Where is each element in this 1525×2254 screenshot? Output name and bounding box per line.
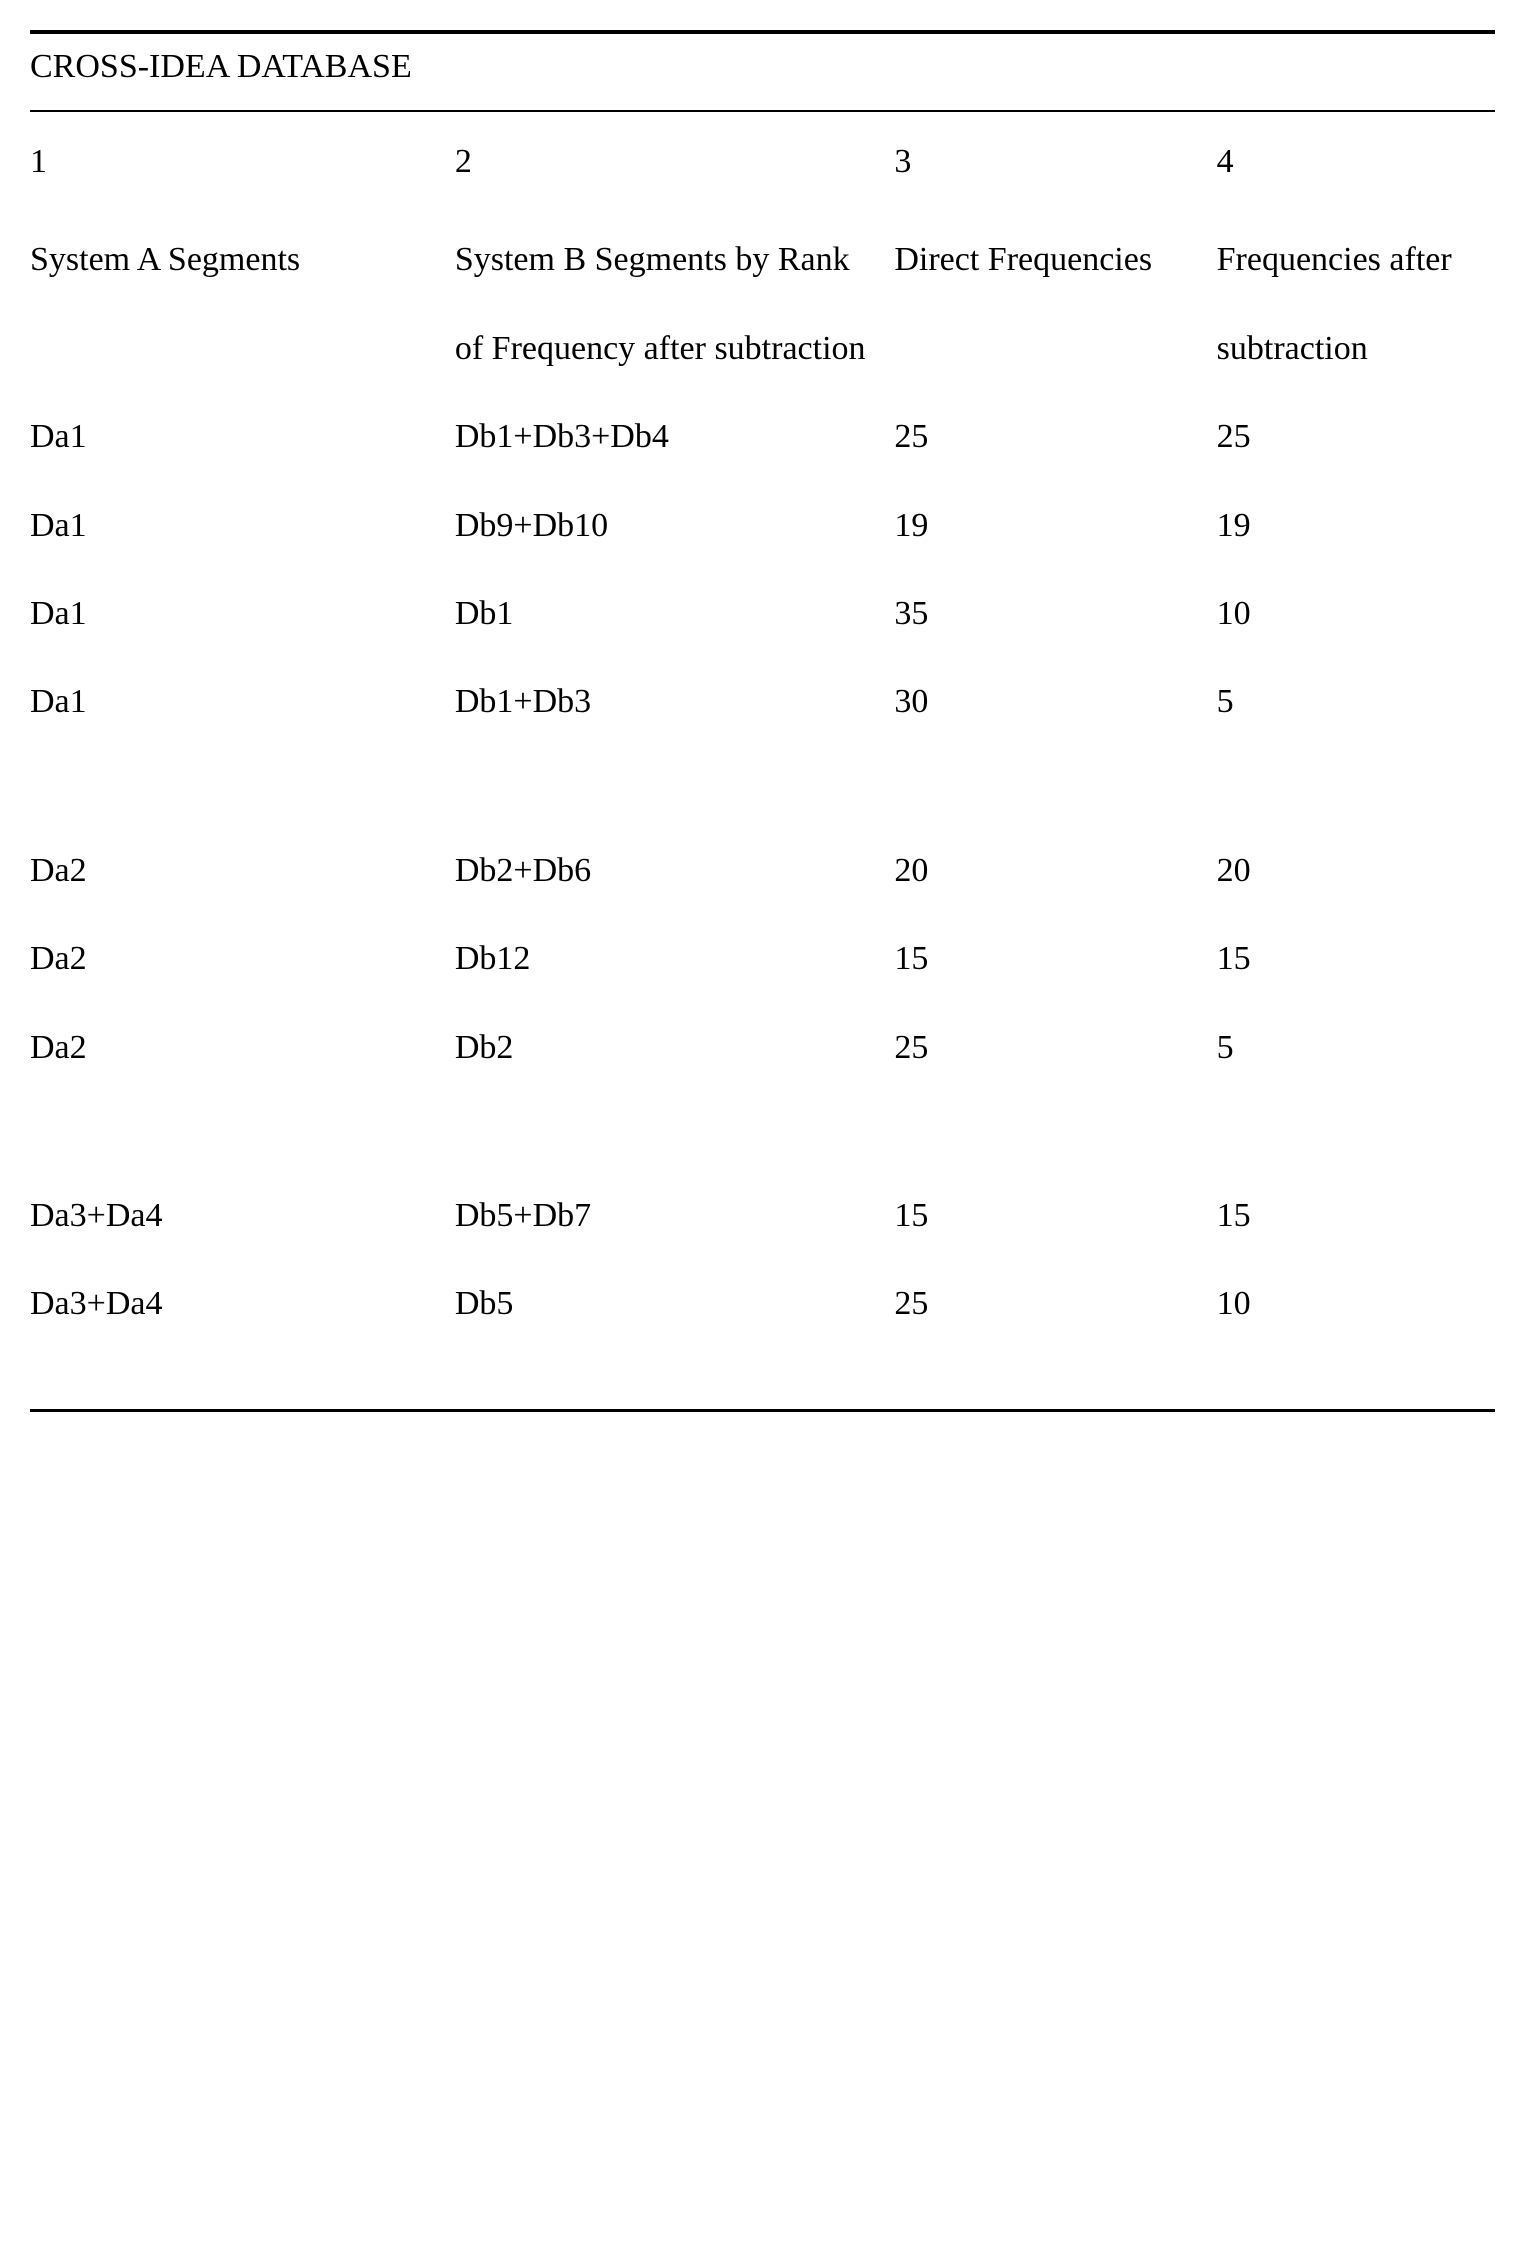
cell-systemB: Db1+Db3 xyxy=(455,658,895,746)
col-header-4: Frequencies after subtraction xyxy=(1217,206,1495,393)
table-row: Da3+Da4 Db5+Db7 15 15 xyxy=(30,1172,1495,1260)
bottom-divider xyxy=(30,1409,1495,1412)
table-row: Da1 Db1+Db3+Db4 25 25 xyxy=(30,393,1495,481)
cell-direct: 25 xyxy=(894,393,1216,481)
group-gap xyxy=(30,1092,1495,1172)
table-row: Da3+Da4 Db5 25 10 xyxy=(30,1260,1495,1348)
table-row: Da2 Db2+Db6 20 20 xyxy=(30,827,1495,915)
table-row: Da2 Db12 15 15 xyxy=(30,915,1495,1003)
cell-direct: 30 xyxy=(894,658,1216,746)
cell-systemA: Da1 xyxy=(30,482,455,570)
cell-systemA: Da2 xyxy=(30,827,455,915)
col-num-2: 2 xyxy=(455,112,895,206)
cell-after: 19 xyxy=(1217,482,1495,570)
cell-systemB: Db2 xyxy=(455,1004,895,1092)
cell-systemB: Db1 xyxy=(455,570,895,658)
cell-direct: 35 xyxy=(894,570,1216,658)
cell-after: 5 xyxy=(1217,1004,1495,1092)
data-table: 1 2 3 4 System A Segments System B Segme… xyxy=(30,112,1495,1349)
cell-systemA: Da1 xyxy=(30,570,455,658)
cell-after: 25 xyxy=(1217,393,1495,481)
cell-direct: 15 xyxy=(894,915,1216,1003)
col-header-2: System B Segments by Rank of Frequency a… xyxy=(455,206,895,393)
column-number-row: 1 2 3 4 xyxy=(30,112,1495,206)
cell-systemA: Da1 xyxy=(30,393,455,481)
cell-systemB: Db5+Db7 xyxy=(455,1172,895,1260)
cell-systemB: Db5 xyxy=(455,1260,895,1348)
cell-systemA: Da3+Da4 xyxy=(30,1260,455,1348)
col-num-3: 3 xyxy=(894,112,1216,206)
cell-after: 5 xyxy=(1217,658,1495,746)
table-row: Da1 Db9+Db10 19 19 xyxy=(30,482,1495,570)
col-num-1: 1 xyxy=(30,112,455,206)
cell-after: 10 xyxy=(1217,1260,1495,1348)
cell-systemB: Db9+Db10 xyxy=(455,482,895,570)
table-row: Da1 Db1+Db3 30 5 xyxy=(30,658,1495,746)
cell-systemA: Da1 xyxy=(30,658,455,746)
cell-after: 15 xyxy=(1217,915,1495,1003)
cell-direct: 15 xyxy=(894,1172,1216,1260)
cell-direct: 20 xyxy=(894,827,1216,915)
cell-systemA: Da2 xyxy=(30,1004,455,1092)
title-bar: CROSS-IDEA DATABASE xyxy=(30,30,1495,110)
cell-systemA: Da3+Da4 xyxy=(30,1172,455,1260)
table-row: Da2 Db2 25 5 xyxy=(30,1004,1495,1092)
database-table: CROSS-IDEA DATABASE 1 2 3 4 System A Seg… xyxy=(30,30,1495,1412)
cell-after: 10 xyxy=(1217,570,1495,658)
column-header-row: System A Segments System B Segments by R… xyxy=(30,206,1495,393)
col-header-1: System A Segments xyxy=(30,206,455,393)
col-header-3: Direct Frequencies xyxy=(894,206,1216,393)
table-row: Da1 Db1 35 10 xyxy=(30,570,1495,658)
cell-systemB: Db1+Db3+Db4 xyxy=(455,393,895,481)
cell-after: 15 xyxy=(1217,1172,1495,1260)
group-gap xyxy=(30,747,1495,827)
cell-systemA: Da2 xyxy=(30,915,455,1003)
cell-direct: 25 xyxy=(894,1004,1216,1092)
cell-systemB: Db2+Db6 xyxy=(455,827,895,915)
cell-direct: 25 xyxy=(894,1260,1216,1348)
table-title: CROSS-IDEA DATABASE xyxy=(30,48,412,85)
col-num-4: 4 xyxy=(1217,112,1495,206)
cell-direct: 19 xyxy=(894,482,1216,570)
cell-after: 20 xyxy=(1217,827,1495,915)
cell-systemB: Db12 xyxy=(455,915,895,1003)
